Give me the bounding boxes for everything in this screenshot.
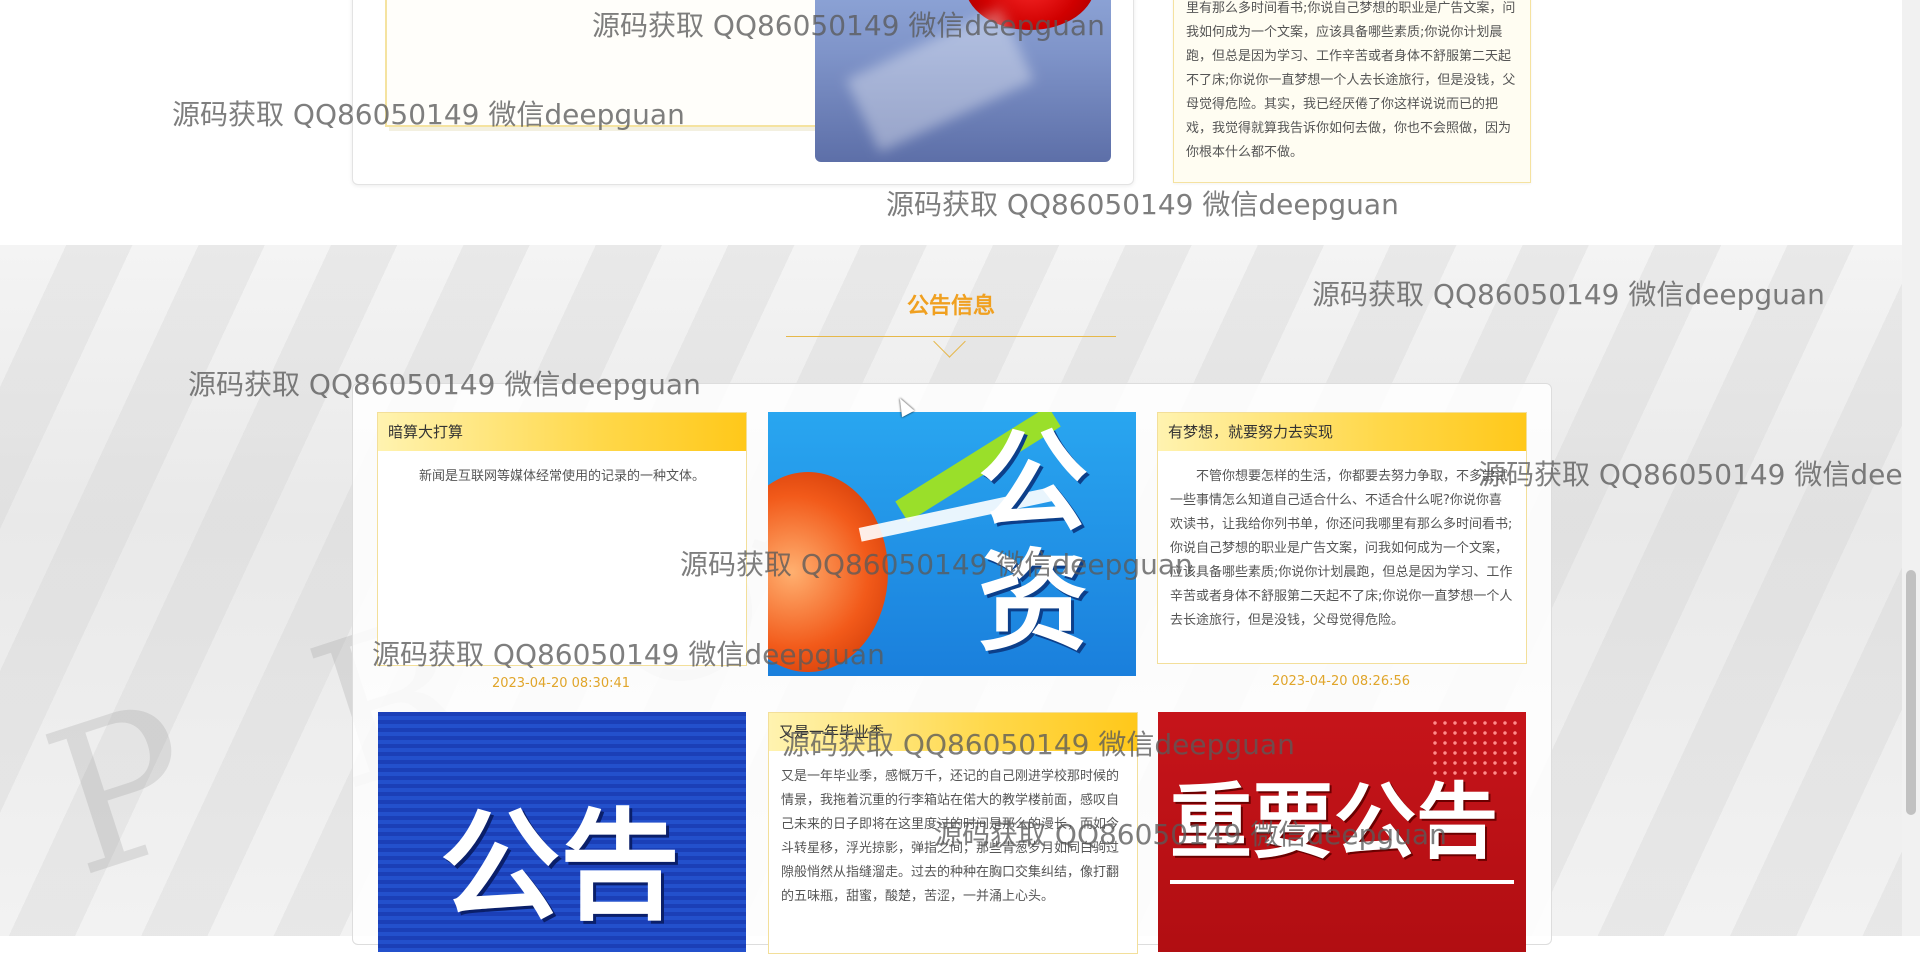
top-text-card-body: 里有那么多时间看书;你说自己梦想的职业是广告文案，问我如何成为一个文案，应该具备… (1186, 1, 1516, 160)
notice-image-text: 公 (978, 417, 1088, 546)
page-scrollbar[interactable] (1902, 0, 1920, 936)
notice-image[interactable]: 公 资 (768, 412, 1136, 676)
notice-card[interactable]: 暗算大打算 新闻是互联网等媒体经常使用的记录的一种文体。 (377, 412, 747, 666)
scrollbar-thumb[interactable] (1906, 570, 1916, 815)
notice-body: 新闻是互联网等媒体经常使用的记录的一种文体。 (418, 469, 705, 484)
image-decoration (1430, 718, 1520, 778)
notice-image[interactable]: 重要公告 (1158, 712, 1526, 952)
top-news-frame (385, 0, 845, 127)
top-text-card[interactable]: 里有那么多时间看书;你说自己梦想的职业是广告文案，问我如何成为一个文案，应该具备… (1173, 0, 1531, 183)
notice-image-text: 资 (978, 537, 1088, 666)
notice-body: 又是一年毕业季，感慨万千，还记的自己刚进学校那时候的情景，我拖着沉重的行李箱站在… (781, 769, 1120, 904)
top-news-image[interactable] (815, 0, 1111, 162)
notice-date: 2023-04-20 08:26:56 (1271, 674, 1411, 689)
notice-image-text: 重要公告 (1170, 774, 1499, 870)
notice-date: 2023-04-20 08:30:41 (491, 676, 631, 691)
notice-title[interactable]: 暗算大打算 (378, 413, 746, 451)
watermark-text: 源码获取 QQ86050149 微信deepguan (886, 188, 1399, 221)
image-decoration (1170, 880, 1514, 884)
notice-image[interactable]: 公告 (378, 712, 746, 952)
image-decoration (846, 7, 1034, 153)
notice-image-text: 公告 (440, 796, 680, 937)
notice-body: 不管你想要怎样的生活，你都要去努力争取，不多尝试一些事情怎么知道自己适合什么、不… (1170, 469, 1513, 628)
notice-title[interactable]: 又是一年毕业季 (769, 713, 1137, 751)
section-title: 公告信息 (906, 294, 995, 319)
megaphone-icon (768, 472, 888, 672)
notice-card[interactable]: 有梦想，就要努力去实现 不管你想要怎样的生活，你都要去努力争取，不多尝试一些事情… (1157, 412, 1527, 664)
notice-card[interactable]: 又是一年毕业季 又是一年毕业季，感慨万千，还记的自己刚进学校那时候的情景，我拖着… (768, 712, 1138, 954)
notice-title[interactable]: 有梦想，就要努力去实现 (1158, 413, 1526, 451)
